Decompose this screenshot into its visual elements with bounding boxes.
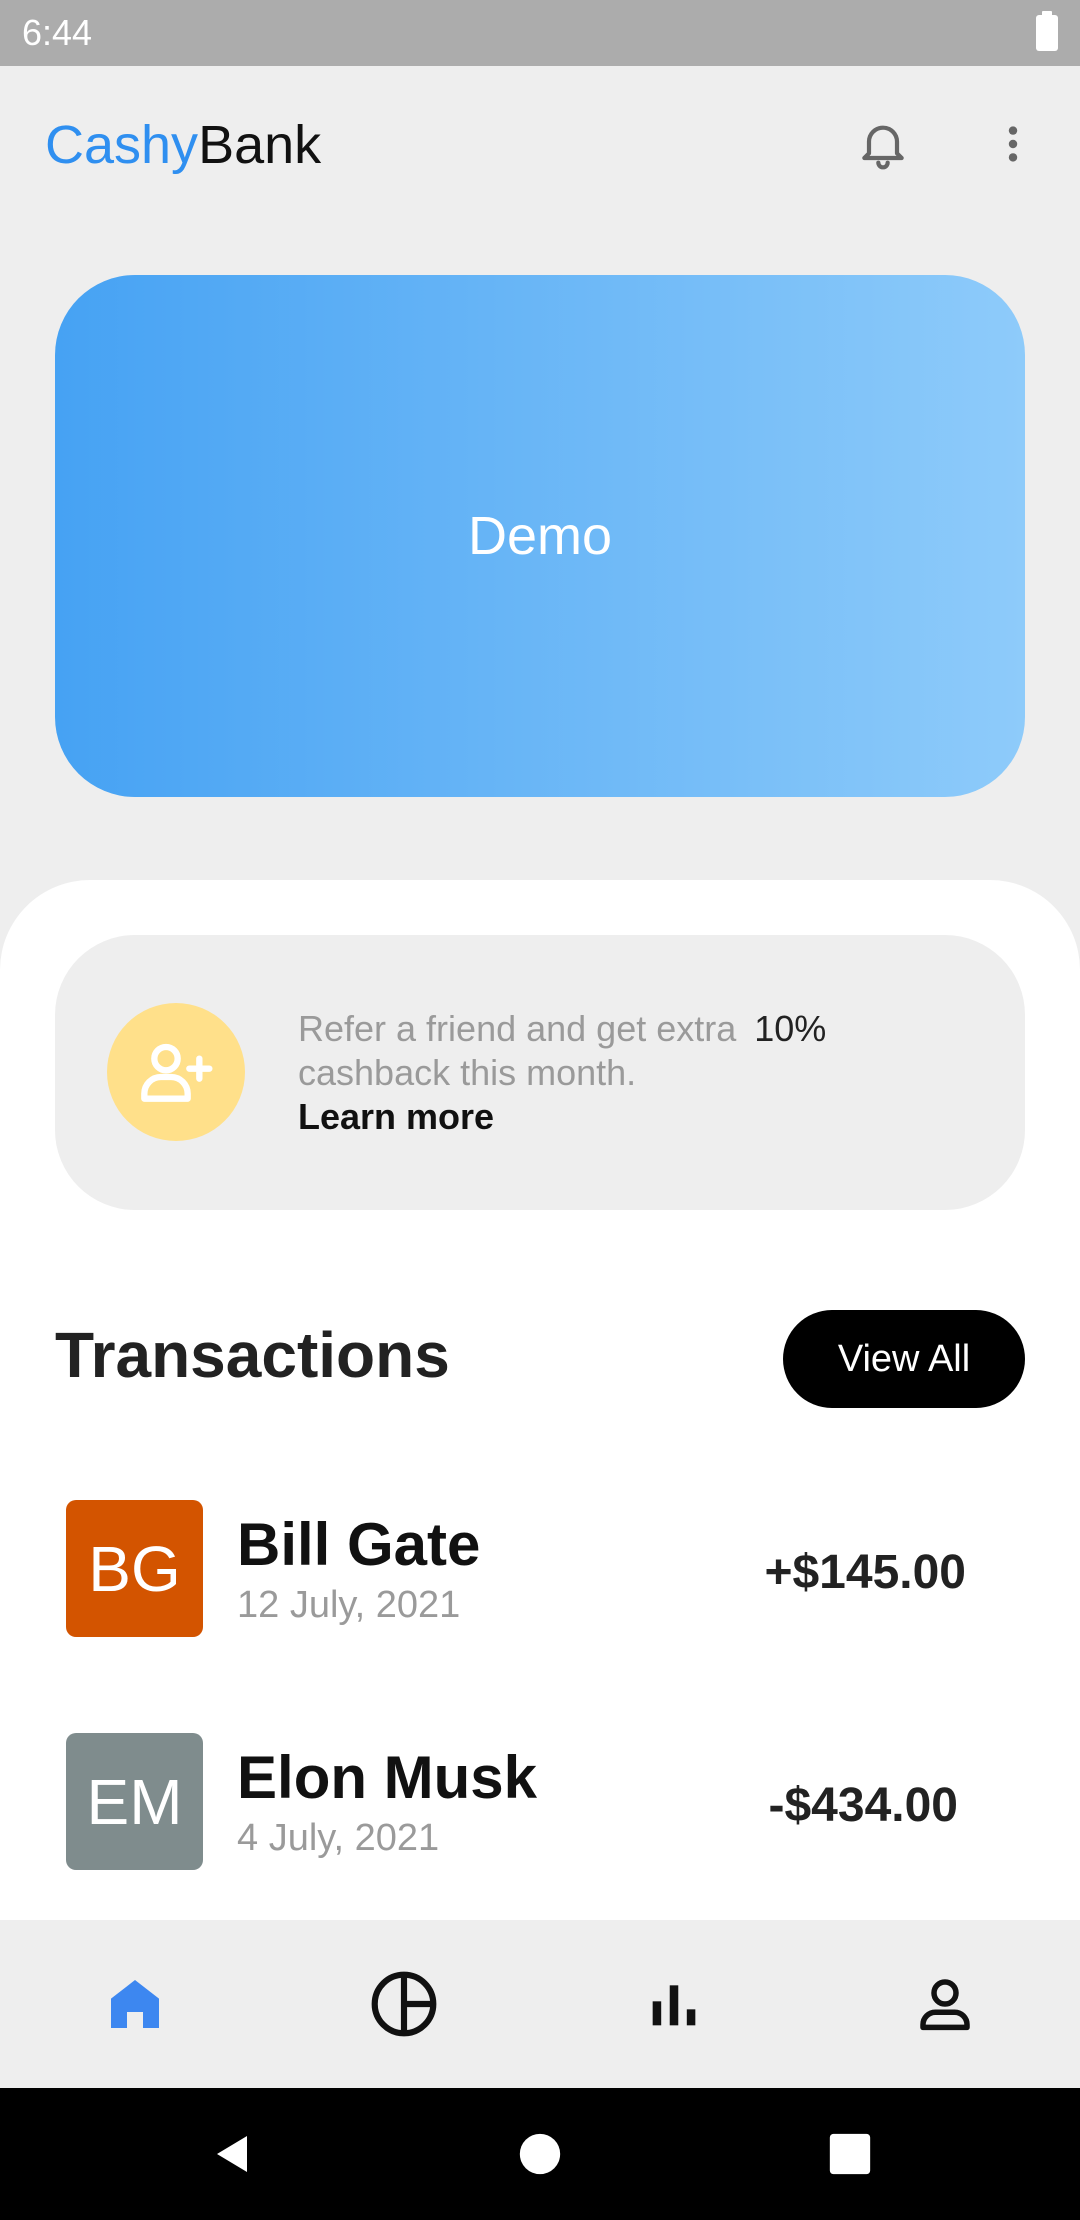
home-icon[interactable] [95,1964,175,2044]
transaction-amount: +$145.00 [764,1546,966,1599]
card-label: Demo [467,506,613,566]
home-circle-icon[interactable] [510,2124,570,2184]
referral-line-1: Refer a friend and get extra [298,1008,737,1049]
transaction-date: 4 July, 2021 [237,1817,440,1859]
avatar: EM [66,1733,203,1870]
transaction-row[interactable]: BG Bill Gate 12 July, 2021 +$145.00 [66,1500,1016,1640]
brand-part-2: Bank [198,115,322,175]
system-nav-bar [0,2088,1080,2220]
avatar: BG [66,1500,203,1637]
add-friend-icon [107,1003,245,1141]
referral-percent: 10% [754,1008,827,1049]
bottom-nav [0,1920,1080,2088]
content-sheet: Refer a friend and get extra 10% cashback… [0,880,1080,1920]
referral-banner[interactable]: Refer a friend and get extra 10% cashback… [55,935,1025,1210]
view-all-button[interactable]: View All [783,1310,1025,1408]
bell-icon[interactable] [855,114,911,174]
transactions-heading: Transactions [55,1319,450,1391]
account-card[interactable]: Demo [55,275,1025,797]
learn-more-link[interactable]: Learn more [298,1095,998,1139]
transaction-name: Bill Gate [237,1511,481,1578]
app-bar: CashyBank [0,66,1080,226]
more-vert-icon[interactable] [990,114,1036,174]
app-title: CashyBank [45,114,321,176]
status-bar: 6:44 [0,0,1080,66]
transaction-row[interactable]: EM Elon Musk 4 July, 2021 -$434.00 [66,1733,1016,1873]
profile-icon[interactable] [905,1964,985,2044]
recents-icon[interactable] [820,2124,880,2184]
battery-icon [1036,11,1058,51]
referral-line-2: cashback this month. [298,1052,637,1093]
transaction-name: Elon Musk [237,1744,538,1811]
bar-chart-icon[interactable] [634,1964,714,2044]
referral-text: Refer a friend and get extra 10% cashback… [298,1007,998,1139]
pie-chart-icon[interactable] [364,1964,444,2044]
brand-part-1: Cashy [45,115,199,175]
back-icon[interactable] [203,2124,263,2184]
transaction-amount: -$434.00 [768,1779,959,1832]
transaction-date: 12 July, 2021 [237,1584,461,1626]
status-time: 6:44 [22,12,93,53]
